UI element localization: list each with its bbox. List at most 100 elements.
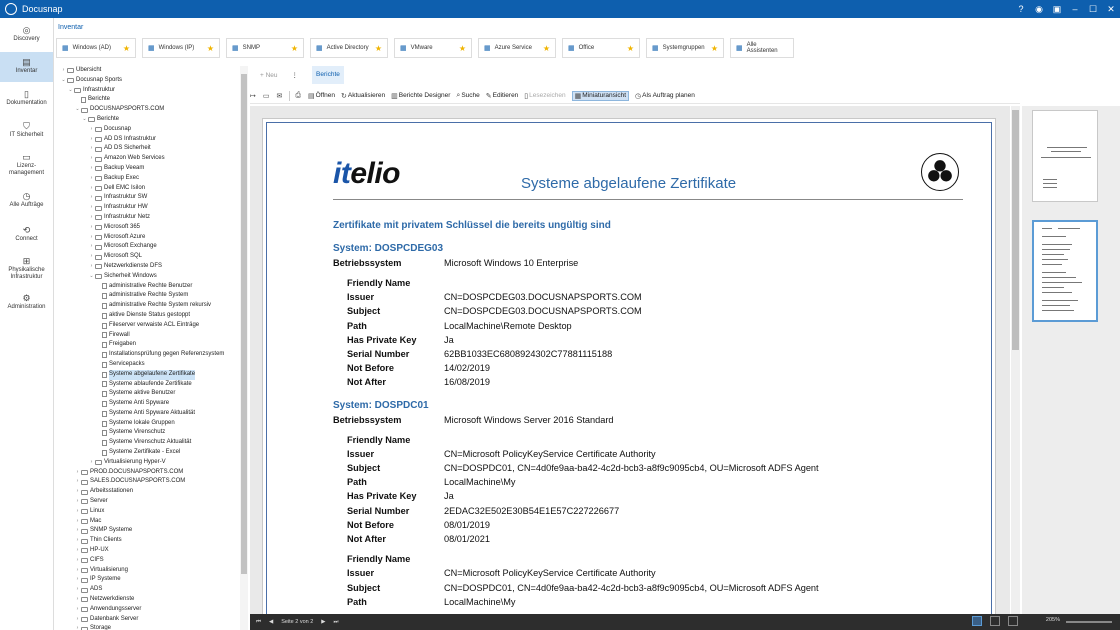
tree-expander-icon[interactable]: ›: [88, 458, 95, 468]
tree-expander-icon[interactable]: ›: [88, 262, 95, 272]
tree-item[interactable]: Servicepacks: [56, 360, 240, 370]
favorite-star-icon[interactable]: ★: [375, 44, 382, 53]
assistant-button-vmware[interactable]: ▦ VMware ★: [394, 38, 472, 58]
restore-layout-icon[interactable]: ▣: [1048, 4, 1066, 15]
tree-expander-icon[interactable]: ›: [88, 223, 95, 233]
multi-page-view-icon[interactable]: [1008, 616, 1018, 626]
tree-item[interactable]: › PROD.DOCUSNAPSPORTS.COM: [56, 468, 240, 478]
tree-item[interactable]: › Infrastruktur HW: [56, 203, 240, 213]
nav-item-physikalische-infrastruktur[interactable]: ⊞ Physikalische Infrastruktur: [0, 252, 53, 286]
assistant-button-active-directory[interactable]: ▦ Active Directory ★: [310, 38, 388, 58]
tree-item[interactable]: Systeme Anti Spyware Aktualität: [56, 409, 240, 419]
tree-item[interactable]: Systeme Virenschutz Aktualität: [56, 438, 240, 448]
tree-item[interactable]: ⌄ Infrastruktur: [56, 86, 240, 96]
tree-expander-icon[interactable]: ›: [74, 566, 81, 576]
assistant-button-windows-ip-[interactable]: ▦ Windows (IP) ★: [142, 38, 220, 58]
nav-item-alle-aufträge[interactable]: ◷ Alle Aufträge: [0, 184, 53, 218]
tree-item[interactable]: › Dell EMC Isilon: [56, 184, 240, 194]
tree-item[interactable]: › Übersicht: [56, 66, 240, 76]
tree-expander-icon[interactable]: ›: [74, 468, 81, 478]
favorite-star-icon[interactable]: ★: [711, 44, 718, 53]
tree-item[interactable]: › ADS: [56, 585, 240, 595]
assistant-button-windows-ad-[interactable]: ▦ Windows (AD) ★: [56, 38, 136, 58]
tree-item[interactable]: › Linux: [56, 507, 240, 517]
tree-item[interactable]: Systeme abgelaufene Zertifikate: [56, 369, 240, 380]
tree-expander-icon[interactable]: ⌄: [88, 272, 95, 282]
tree-item[interactable]: › Virtualisierung: [56, 566, 240, 576]
tree-item[interactable]: › Arbeitsstationen: [56, 487, 240, 497]
assistant-button-alle-assistenten[interactable]: ▦ Alle Assistenten: [730, 38, 794, 58]
tree-expander-icon[interactable]: ›: [74, 615, 81, 625]
tree-item[interactable]: Systeme lokale Gruppen: [56, 419, 240, 429]
favorite-star-icon[interactable]: ★: [291, 44, 298, 53]
favorite-star-icon[interactable]: ★: [627, 44, 634, 53]
tree-item[interactable]: › CIFS: [56, 556, 240, 566]
tree-expander-icon[interactable]: ›: [74, 477, 81, 487]
new-button[interactable]: + Neu: [260, 72, 278, 79]
tree-expander-icon[interactable]: ⌄: [60, 76, 67, 86]
tree-expander-icon[interactable]: ›: [88, 252, 95, 262]
tree-item[interactable]: administrative Rechte System rekursiv: [56, 301, 240, 311]
tab-berichte[interactable]: Berichte: [312, 66, 344, 84]
tree-item[interactable]: › SNMP Systeme: [56, 526, 240, 536]
tree-item[interactable]: Fileserver verwaiste ACL Einträge: [56, 321, 240, 331]
tree-expander-icon[interactable]: ›: [74, 546, 81, 556]
tree-expander-icon[interactable]: ›: [74, 507, 81, 517]
nav-item-it-sicherheit[interactable]: ⛉ IT Sicherheit: [0, 116, 53, 146]
preview-scrollbar-thumb[interactable]: [1012, 110, 1019, 350]
tree-item[interactable]: ⌄ Berichte: [56, 115, 240, 125]
tree-item[interactable]: › Virtualisierung Hyper-V: [56, 458, 240, 468]
favorite-star-icon[interactable]: ★: [207, 44, 214, 53]
edit-button[interactable]: ✎ Editieren: [486, 92, 519, 100]
account-icon[interactable]: ◉: [1030, 4, 1048, 15]
tree-item[interactable]: Systeme aktive Benutzer: [56, 389, 240, 399]
tree-expander-icon[interactable]: ›: [88, 203, 95, 213]
save-icon[interactable]: ▭: [263, 92, 271, 100]
tree-expander-icon[interactable]: ›: [88, 125, 95, 135]
tree-expander-icon[interactable]: ›: [60, 66, 67, 76]
tree-item[interactable]: › Mac: [56, 517, 240, 527]
report-designer-button[interactable]: ▥ Berichte Designer: [391, 92, 450, 100]
tree-item[interactable]: › AD DS Infrastruktur: [56, 135, 240, 145]
tree-expander-icon[interactable]: ›: [74, 585, 81, 595]
print-icon[interactable]: ⎙: [295, 92, 302, 100]
nav-item-connect[interactable]: ⟲ Connect: [0, 220, 53, 250]
tree-item[interactable]: › Storage: [56, 624, 240, 630]
tree-item[interactable]: Systeme ablaufende Zertifikate: [56, 380, 240, 390]
tree-item[interactable]: › SALES.DOCUSNAPSPORTS.COM: [56, 477, 240, 487]
favorite-star-icon[interactable]: ★: [459, 44, 466, 53]
tree-expander-icon[interactable]: ›: [88, 135, 95, 145]
tree-item[interactable]: › Backup Exec: [56, 174, 240, 184]
tree-expander-icon[interactable]: ›: [74, 556, 81, 566]
tree-item[interactable]: › Microsoft Exchange: [56, 242, 240, 252]
tree-scrollbar[interactable]: [240, 66, 248, 630]
close-icon[interactable]: ✕: [1102, 4, 1120, 15]
tree-item[interactable]: › Infrastruktur SW: [56, 193, 240, 203]
nav-item-administration[interactable]: ⚙ Administration: [0, 288, 53, 318]
tree-item[interactable]: Systeme Virenschutz: [56, 428, 240, 438]
tree-item[interactable]: › Microsoft Azure: [56, 233, 240, 243]
tree-item[interactable]: › Server: [56, 497, 240, 507]
single-page-view-icon[interactable]: [972, 616, 982, 626]
assistant-button-office[interactable]: ▦ Office ★: [562, 38, 640, 58]
tree-item[interactable]: ⌄ DOCUSNAPSPORTS.COM: [56, 105, 240, 115]
bookmarks-button[interactable]: ▯ Lesezeichen: [524, 92, 565, 100]
tree-item[interactable]: › Microsoft SQL: [56, 252, 240, 262]
tree-item[interactable]: administrative Rechte Benutzer: [56, 282, 240, 292]
tree-expander-icon[interactable]: ›: [74, 575, 81, 585]
minimize-icon[interactable]: –: [1066, 4, 1084, 14]
tree-expander-icon[interactable]: ›: [88, 164, 95, 174]
tree-item[interactable]: › Anwendungsserver: [56, 605, 240, 615]
tree-item[interactable]: › AD DS Sicherheit: [56, 144, 240, 154]
tree-expander-icon[interactable]: ⌄: [81, 115, 88, 125]
tree-expander-icon[interactable]: ›: [74, 536, 81, 546]
more-options-icon[interactable]: ⋮: [292, 71, 299, 79]
assistant-button-azure-service[interactable]: ▦ Azure Service ★: [478, 38, 556, 58]
tree-item[interactable]: › Backup Veeam: [56, 164, 240, 174]
tree-item[interactable]: › Amazon Web Services: [56, 154, 240, 164]
continuous-view-icon[interactable]: [990, 616, 1000, 626]
tree-expander-icon[interactable]: ›: [74, 624, 81, 630]
tree-expander-icon[interactable]: ›: [88, 193, 95, 203]
last-page-icon[interactable]: ⏭: [334, 619, 339, 626]
tree-item[interactable]: › IP Systeme: [56, 575, 240, 585]
